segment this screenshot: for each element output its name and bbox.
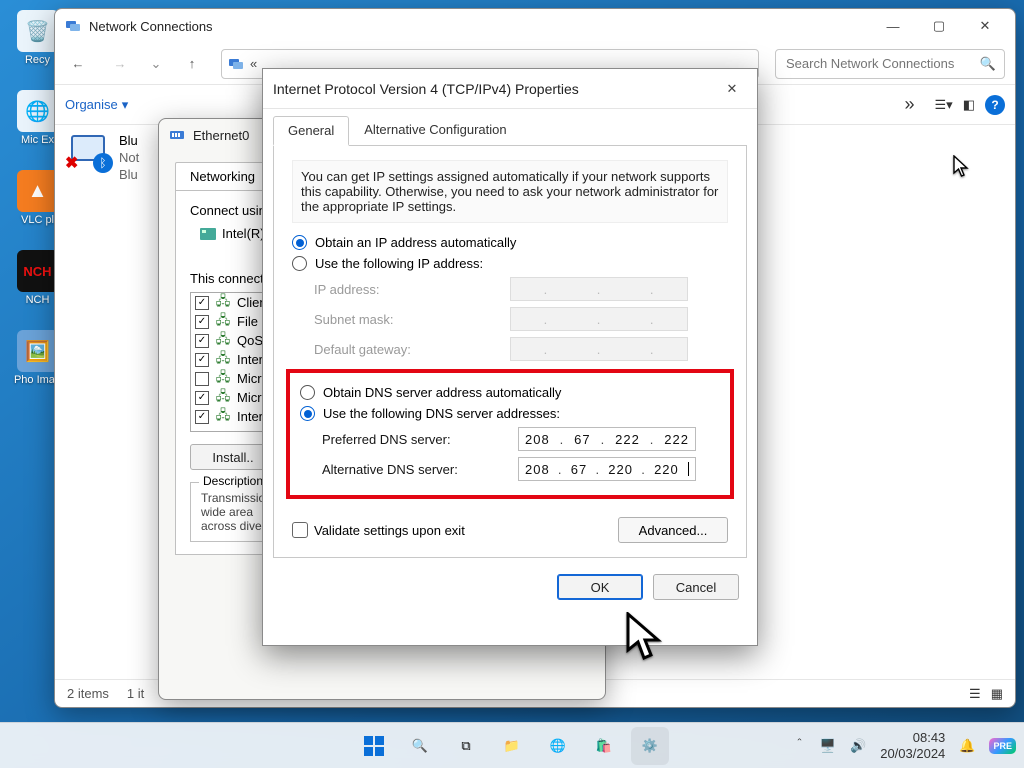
dns-highlight: Obtain DNS server address automatically …	[286, 369, 734, 499]
tab-networking[interactable]: Networking	[175, 162, 270, 190]
store-button[interactable]: 🛍️	[585, 727, 623, 765]
checkbox[interactable]: ✓	[195, 391, 209, 405]
view-grid-icon[interactable]: ▦	[991, 686, 1003, 702]
tabs: General Alternative Configuration	[263, 109, 757, 145]
validate-checkbox[interactable]: Validate settings upon exit	[292, 522, 465, 538]
chevron-down-icon: ▾	[122, 97, 129, 113]
titlebar[interactable]: Internet Protocol Version 4 (TCP/IPv4) P…	[263, 69, 757, 109]
status-selected: 1 it	[127, 686, 144, 701]
breadcrumb-prefix: «	[250, 56, 257, 71]
minimize-button[interactable]: ―	[871, 12, 915, 40]
cancel-button[interactable]: Cancel	[653, 574, 739, 600]
notifications-icon[interactable]: 🔔	[959, 738, 975, 754]
checkbox-icon	[292, 522, 308, 538]
checkbox[interactable]: ✓	[195, 353, 209, 367]
tray-chevron-icon[interactable]: ＾	[793, 736, 806, 755]
status-count: 2 items	[67, 686, 109, 701]
close-button[interactable]: ✕	[963, 12, 1007, 40]
subnet-label: Subnet mask:	[314, 312, 504, 327]
window-title: Network Connections	[89, 19, 871, 34]
view-details-icon[interactable]: ☰▾	[935, 97, 953, 113]
tab-alternative[interactable]: Alternative Configuration	[349, 115, 521, 145]
tab-general[interactable]: General	[273, 116, 349, 146]
maximize-button[interactable]: ▢	[917, 12, 961, 40]
preview-pane-icon[interactable]: ◧	[963, 97, 975, 113]
subnet-input: . . .	[510, 307, 688, 331]
radio-ip-manual[interactable]: Use the following IP address:	[292, 256, 728, 271]
radio-ip-auto[interactable]: Obtain an IP address automatically	[292, 235, 728, 250]
general-panel: You can get IP settings assigned automat…	[273, 145, 747, 558]
control-panel-button[interactable]: ⚙️	[631, 727, 669, 765]
start-button[interactable]	[355, 727, 393, 765]
search-icon[interactable]: 🔍	[980, 56, 996, 72]
copilot-icon[interactable]: PRE	[989, 738, 1016, 754]
organise-menu[interactable]: Organise ▾	[65, 97, 128, 113]
ip-address-label: IP address:	[314, 282, 504, 297]
volume-tray-icon[interactable]: 🔊	[850, 738, 866, 754]
radio-icon	[292, 256, 307, 271]
disconnected-icon: ✖	[65, 153, 78, 173]
adapter-icon: ✖ ᛒ	[65, 133, 113, 173]
taskbar[interactable]: 🔍 ⧉ 📁 🌐 🛍️ ⚙️ ＾ 🖥️ 🔊 08:43 20/03/2024 🔔 …	[0, 722, 1024, 768]
window-ipv4-properties: Internet Protocol Version 4 (TCP/IPv4) P…	[262, 68, 758, 646]
ip-address-input: . . .	[510, 277, 688, 301]
component-icon: 🖧	[215, 296, 231, 310]
group-label: Description	[199, 474, 267, 488]
gateway-label: Default gateway:	[314, 342, 504, 357]
ethernet-icon	[169, 127, 185, 143]
radio-dns-auto[interactable]: Obtain DNS server address automatically	[300, 385, 720, 400]
close-button[interactable]: ✕	[711, 73, 753, 105]
nic-name: Intel(R)	[222, 226, 265, 241]
alternative-dns-input[interactable]: 208. 67. 220. 220	[518, 457, 696, 481]
advanced-button[interactable]: Advanced...	[618, 517, 728, 543]
radio-icon	[300, 406, 315, 421]
checkbox[interactable]: ✓	[195, 296, 209, 310]
radio-icon	[292, 235, 307, 250]
checkbox[interactable]: ✓	[195, 315, 209, 329]
help-icon[interactable]: ?	[985, 95, 1005, 115]
component-icon: 🖧	[215, 391, 231, 405]
search-box[interactable]: 🔍	[775, 49, 1005, 79]
checkbox[interactable]: ✓	[195, 334, 209, 348]
bluetooth-icon: ᛒ	[93, 153, 113, 173]
radio-icon	[300, 385, 315, 400]
system-tray[interactable]: ＾ 🖥️ 🔊 08:43 20/03/2024 🔔 PRE	[793, 730, 1016, 761]
adapter-status: Not	[119, 150, 139, 167]
breadcrumb-icon	[228, 56, 244, 72]
forward-button[interactable]: →	[107, 51, 133, 77]
component-icon: 🖧	[215, 372, 231, 386]
network-tray-icon[interactable]: 🖥️	[820, 738, 836, 754]
preferred-dns-input[interactable]: 208. 67. 222. 222	[518, 427, 696, 451]
description-text: You can get IP settings assigned automat…	[292, 160, 728, 223]
recent-button[interactable]: ⌄	[149, 51, 163, 77]
preferred-dns-label: Preferred DNS server:	[322, 432, 512, 447]
window-title: Internet Protocol Version 4 (TCP/IPv4) P…	[273, 81, 711, 97]
component-icon: 🖧	[215, 353, 231, 367]
clock[interactable]: 08:43 20/03/2024	[880, 730, 945, 761]
back-button[interactable]: ←	[65, 51, 91, 77]
view-list-icon[interactable]: ☰	[969, 686, 981, 702]
component-icon: 🖧	[215, 334, 231, 348]
app-icon	[65, 18, 81, 34]
alternative-dns-label: Alternative DNS server:	[322, 462, 512, 477]
checkbox[interactable]	[195, 372, 209, 386]
search-button[interactable]: 🔍	[401, 727, 439, 765]
overflow-button[interactable]: »	[905, 94, 915, 115]
edge-button[interactable]: 🌐	[539, 727, 577, 765]
radio-dns-manual[interactable]: Use the following DNS server addresses:	[300, 406, 720, 421]
ok-button[interactable]: OK	[557, 574, 643, 600]
adapter-device: Blu	[119, 167, 139, 184]
gateway-input: . . .	[510, 337, 688, 361]
checkbox[interactable]: ✓	[195, 410, 209, 424]
nic-icon	[200, 227, 216, 241]
cursor-icon	[953, 155, 971, 182]
titlebar[interactable]: Network Connections ― ▢ ✕	[55, 9, 1015, 43]
explorer-button[interactable]: 📁	[493, 727, 531, 765]
component-icon: 🖧	[215, 315, 231, 329]
adapter-name: Blu	[119, 133, 139, 150]
search-input[interactable]	[784, 55, 972, 72]
component-icon: 🖧	[215, 410, 231, 424]
taskview-button[interactable]: ⧉	[447, 727, 485, 765]
up-button[interactable]: ↑	[179, 51, 205, 77]
